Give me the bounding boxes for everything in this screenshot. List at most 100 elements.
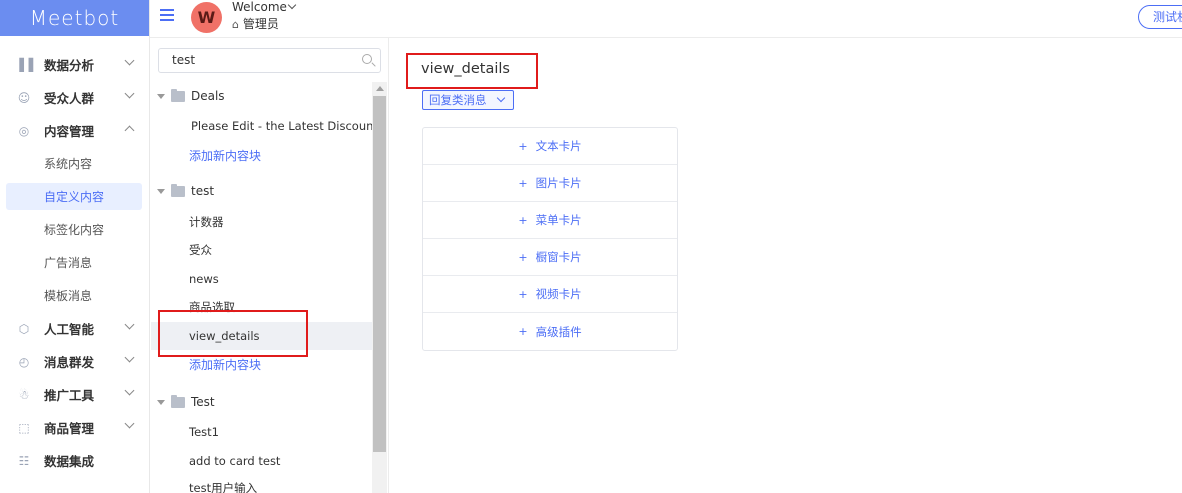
- add-video-card-button[interactable]: + 视频卡片: [423, 276, 677, 313]
- sidebar-item-data-integration[interactable]: ☷ 数据集成: [0, 444, 149, 477]
- chevron-down-icon[interactable]: [287, 0, 297, 10]
- top-header: W Welcome ⌂ 管理员 测试机: [150, 0, 1182, 38]
- tree-item[interactable]: add to card test: [151, 447, 372, 475]
- add-advanced-plugin-button[interactable]: + 高级插件: [423, 313, 677, 350]
- sidebar-item-label: 推广工具: [44, 388, 95, 403]
- chevron-down-icon: [124, 88, 135, 99]
- chevron-down-icon: [124, 319, 135, 330]
- card-label: 高级插件: [535, 324, 582, 339]
- user-icon: ⌂: [232, 18, 239, 31]
- add-showcase-card-button[interactable]: + 橱窗卡片: [423, 239, 677, 276]
- user-role-label: 管理员: [242, 17, 279, 31]
- tree-item[interactable]: test用户输入: [151, 474, 372, 493]
- chevron-down-icon: [124, 55, 135, 66]
- plus-icon: +: [518, 287, 528, 301]
- chart-icon: ▐▐: [14, 57, 34, 72]
- sidebar-item-content-management[interactable]: ◎ 内容管理: [0, 114, 149, 147]
- caret-down-icon[interactable]: [157, 188, 165, 194]
- tree-scrollbar[interactable]: [372, 82, 387, 493]
- chevron-down-icon: [124, 385, 135, 396]
- tree-item-selected[interactable]: view_details: [151, 322, 372, 350]
- card-label: 橱窗卡片: [535, 250, 582, 264]
- tree-item[interactable]: 受众: [151, 236, 372, 264]
- add-menu-card-button[interactable]: + 菜单卡片: [423, 202, 677, 239]
- search-input[interactable]: test: [158, 48, 381, 73]
- add-content-block-link[interactable]: 添加新内容块: [151, 141, 372, 169]
- content-icon: ◎: [18, 123, 30, 138]
- caret-down-icon[interactable]: [157, 93, 165, 99]
- plus-icon: +: [518, 176, 528, 190]
- scroll-up-arrow-icon[interactable]: [376, 86, 384, 91]
- sidebar-subitem-template-messages[interactable]: 模板消息: [0, 279, 149, 312]
- scrollbar-thumb[interactable]: [373, 96, 386, 452]
- tree-item[interactable]: Please Edit - the Latest Discounts: [151, 112, 384, 140]
- folder-label: Test: [191, 395, 215, 409]
- menu-toggle-icon[interactable]: [160, 9, 174, 21]
- sidebar-item-audience[interactable]: ☺ 受众人群: [0, 81, 149, 114]
- sidebar-nav: ▐▐ 数据分析 ☺ 受众人群 ◎ 内容管理 系统内容 自定义内容 标签化内容 广…: [0, 36, 149, 477]
- tree-item[interactable]: 商品选取: [151, 293, 372, 321]
- folder-Test[interactable]: Test: [157, 392, 215, 412]
- card-label: 文本卡片: [535, 139, 582, 153]
- box-icon: ⬚: [18, 420, 30, 435]
- avatar[interactable]: W: [191, 2, 222, 33]
- logo[interactable]: Meetbot: [0, 0, 149, 36]
- app-root: Meetbot ▐▐ 数据分析 ☺ 受众人群 ◎ 内容管理 系统内容 自定义内容…: [0, 0, 1182, 493]
- sidebar-item-label: 消息群发: [44, 355, 95, 370]
- card-label: 菜单卡片: [535, 213, 582, 227]
- folder-deals[interactable]: Deals: [157, 86, 225, 106]
- sidebar-item-broadcast[interactable]: ◴ 消息群发: [0, 345, 149, 378]
- caret-down-icon[interactable]: [157, 399, 165, 405]
- sidebar-item-label: 受众人群: [44, 91, 95, 106]
- sidebar-item-label: 人工智能: [44, 322, 95, 337]
- grid-icon: ☷: [18, 453, 30, 468]
- sidebar-subitem-ad-messages[interactable]: 广告消息: [0, 246, 149, 279]
- tree-item[interactable]: news: [151, 265, 372, 293]
- chevron-down-icon: [124, 418, 135, 429]
- promo-icon: ☃: [18, 387, 30, 402]
- reply-type-dropdown[interactable]: 回复类消息: [422, 90, 514, 110]
- tree-item-label: Please Edit - the Latest Discounts: [191, 119, 384, 133]
- card-label: 图片卡片: [535, 176, 582, 190]
- folder-icon: [171, 88, 185, 102]
- sidebar-item-ai[interactable]: ⬡ 人工智能: [0, 312, 149, 345]
- add-content-block-link[interactable]: 添加新内容块: [151, 350, 372, 378]
- search-value: test: [172, 53, 196, 67]
- search-icon[interactable]: [362, 54, 372, 64]
- plus-icon: +: [518, 250, 528, 264]
- sidebar-item-label: 数据分析: [44, 58, 95, 73]
- sidebar-subitem-system-content[interactable]: 系统内容: [0, 147, 149, 180]
- sidebar-item-label: 数据集成: [44, 454, 95, 469]
- plus-icon: +: [518, 213, 528, 227]
- plus-icon: +: [518, 325, 528, 338]
- folder-icon: [171, 394, 185, 408]
- add-image-card-button[interactable]: + 图片卡片: [423, 165, 677, 202]
- ai-icon: ⬡: [18, 321, 30, 336]
- folder-label: test: [191, 184, 215, 198]
- card-label: 视频卡片: [535, 287, 582, 301]
- sidebar-subitem-custom-content[interactable]: 自定义内容: [6, 183, 142, 210]
- content-editor: view_details 回复类消息 + 文本卡片 + 图片卡片 + 菜单卡片 + 橱窗…: [390, 38, 1182, 493]
- sidebar-subitem-tagged-content[interactable]: 标签化内容: [0, 213, 149, 246]
- sidebar-item-label: 商品管理: [44, 421, 95, 436]
- welcome-text[interactable]: Welcome: [232, 0, 287, 14]
- sidebar-item-label: 内容管理: [44, 124, 95, 139]
- test-bot-button[interactable]: 测试机: [1138, 5, 1182, 29]
- sidebar: Meetbot ▐▐ 数据分析 ☺ 受众人群 ◎ 内容管理 系统内容 自定义内容…: [0, 0, 150, 493]
- sidebar-item-data-analysis[interactable]: ▐▐ 数据分析: [0, 48, 149, 81]
- add-text-card-button[interactable]: + 文本卡片: [423, 128, 677, 165]
- sidebar-item-promo-tools[interactable]: ☃ 推广工具: [0, 378, 149, 411]
- folder-label: Deals: [191, 89, 225, 103]
- folder-test[interactable]: test: [157, 181, 214, 201]
- users-icon: ☺: [17, 90, 31, 105]
- card-options-list: + 文本卡片 + 图片卡片 + 菜单卡片 + 橱窗卡片 + 视频卡片 + 高级插件: [422, 127, 678, 351]
- tree-item[interactable]: 计数器: [151, 208, 372, 236]
- chevron-up-icon: [124, 125, 135, 136]
- reply-type-label: 回复类消息: [429, 93, 487, 107]
- chevron-down-icon: [496, 93, 505, 103]
- plus-icon: +: [518, 139, 528, 153]
- chevron-down-icon: [124, 352, 135, 363]
- sidebar-item-products[interactable]: ⬚ 商品管理: [0, 411, 149, 444]
- tree-item[interactable]: Test1: [151, 418, 372, 446]
- logo-text: Meetbot: [29, 6, 120, 30]
